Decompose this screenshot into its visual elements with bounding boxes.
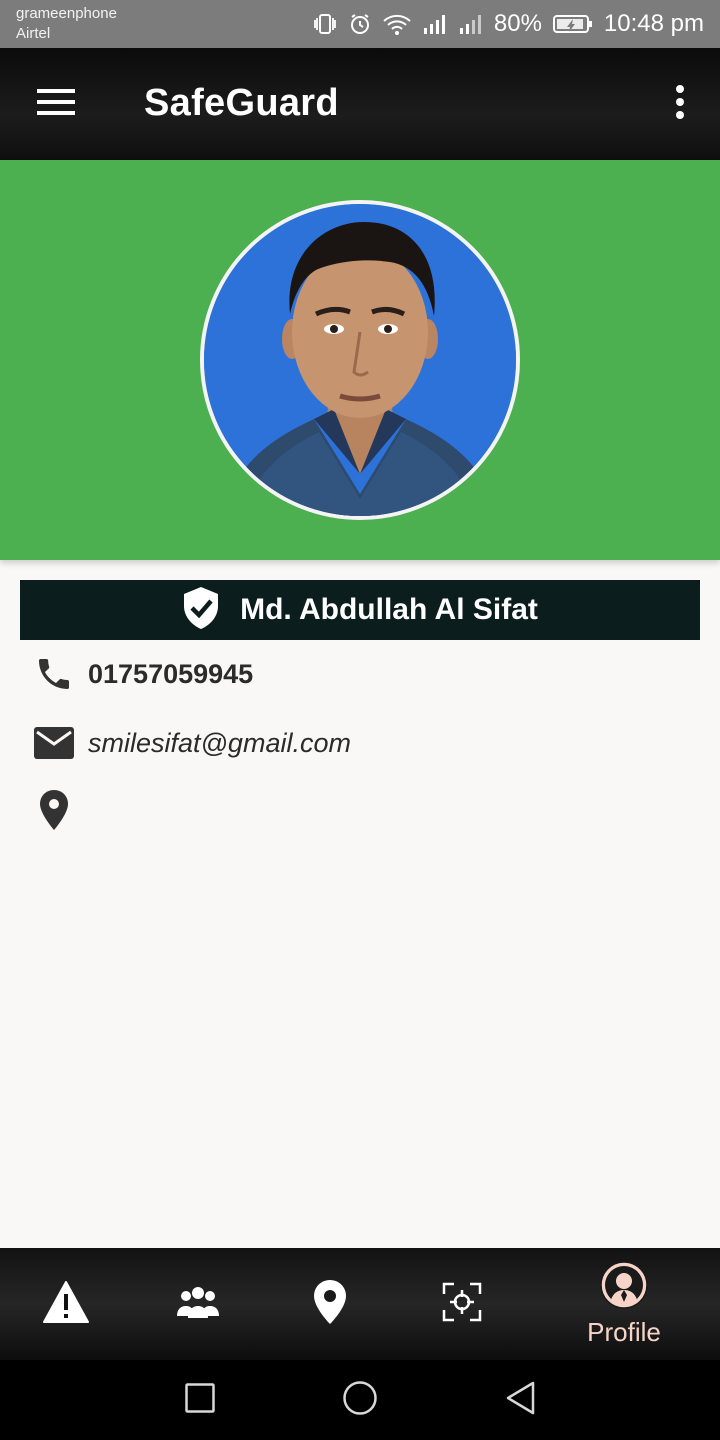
- battery-percent: 80%: [493, 10, 542, 37]
- phone-icon: [32, 652, 76, 696]
- recent-apps-button[interactable]: [180, 1380, 220, 1420]
- app-title: SafeGuard: [144, 82, 339, 124]
- carrier-2: Airtel: [16, 25, 51, 42]
- phone-row[interactable]: 01757059945: [32, 652, 253, 696]
- profile-name: Md. Abdullah Al Sifat: [240, 593, 538, 626]
- profile-header: [0, 160, 720, 560]
- recent-apps-icon: [185, 1382, 215, 1418]
- nav-profile-label: Profile: [587, 1317, 661, 1347]
- app-bar: SafeGuard: [0, 48, 720, 160]
- carrier-info: grameenphone Airtel: [16, 4, 117, 44]
- back-button[interactable]: [500, 1380, 540, 1420]
- nav-group[interactable]: [154, 1248, 242, 1360]
- phone-number: 01757059945: [88, 658, 254, 689]
- location-pin-icon: [312, 1279, 348, 1330]
- location-row[interactable]: [32, 788, 88, 832]
- vibrate-icon: [312, 12, 338, 36]
- more-vertical-icon: [675, 84, 685, 124]
- home-icon: [342, 1380, 378, 1421]
- home-button[interactable]: [340, 1380, 380, 1420]
- bottom-navigation: Profile: [0, 1248, 720, 1360]
- screen: grameenphone Airtel 80% 10:48 pm SafeGua…: [0, 0, 720, 1440]
- scan-target-icon: [442, 1282, 482, 1327]
- portrait-image: [204, 204, 516, 516]
- email-row[interactable]: smilesifat@gmail.com: [32, 721, 351, 765]
- overflow-menu-button[interactable]: [660, 84, 700, 124]
- name-banner: Md. Abdullah Al Sifat: [20, 580, 700, 640]
- carrier-1: grameenphone: [16, 5, 117, 22]
- profile-photo[interactable]: [200, 200, 520, 520]
- profile-avatar-icon: [599, 1260, 649, 1315]
- wifi-icon: [382, 12, 412, 36]
- nav-profile[interactable]: Profile: [568, 1248, 680, 1360]
- alarm-icon: [348, 12, 372, 36]
- nav-scan[interactable]: [418, 1248, 506, 1360]
- location-pin-icon: [32, 788, 76, 832]
- email-address: smilesifat@gmail.com: [88, 727, 351, 758]
- email-icon: [32, 721, 76, 765]
- menu-button[interactable]: [24, 80, 88, 128]
- nav-alert[interactable]: [22, 1248, 110, 1360]
- warning-icon: [42, 1280, 90, 1329]
- status-icons: 80% 10:48 pm: [312, 0, 704, 48]
- status-bar: grameenphone Airtel 80% 10:48 pm: [0, 0, 720, 48]
- system-navigation-bar: [0, 1360, 720, 1440]
- signal-icon: [422, 12, 448, 36]
- clock: 10:48 pm: [603, 10, 704, 37]
- group-icon: [175, 1284, 221, 1325]
- signal-icon: [458, 12, 484, 36]
- back-icon: [504, 1380, 536, 1421]
- menu-icon: [37, 88, 75, 121]
- verified-shield-icon: [182, 586, 220, 635]
- battery-icon: [552, 12, 594, 36]
- nav-location[interactable]: [286, 1248, 374, 1360]
